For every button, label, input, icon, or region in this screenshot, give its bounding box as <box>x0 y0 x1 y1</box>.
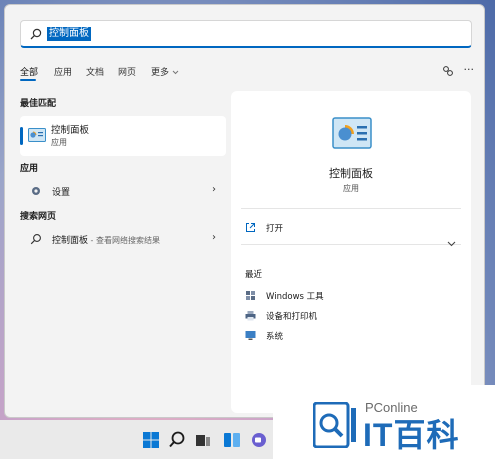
best-match-type: 应用 <box>51 138 67 147</box>
web-result-text: 控制面板 - 查看网络搜索结果 <box>52 233 160 246</box>
recent-item-label: 系统 <box>266 332 284 342</box>
windows-start-icon[interactable] <box>141 430 161 450</box>
control-panel-icon <box>28 128 46 142</box>
printer-icon <box>245 311 256 321</box>
chevron-right-icon[interactable]: › <box>212 184 216 195</box>
divider <box>241 244 461 245</box>
system-icon <box>245 331 256 340</box>
list-item-label: 设置 <box>52 188 71 198</box>
expand-chevron-icon[interactable] <box>447 241 456 247</box>
search-input-value[interactable]: 控制面板 <box>47 27 91 41</box>
filter-tabs: 全部 应用 文档 网页 更多 ··· <box>20 63 480 83</box>
recent-item-devices-printers[interactable]: 设备和打印机 <box>245 308 445 324</box>
search-icon <box>30 28 42 40</box>
web-result-suffix: - 查看网络搜索结果 <box>88 236 160 245</box>
pconline-watermark: PConline IT百科 <box>273 385 495 459</box>
tab-more[interactable]: 更多 <box>151 65 179 78</box>
detail-pane: 控制面板 应用 打开 最近 Windows 工具 设备和打印机 系统 <box>231 91 471 413</box>
control-panel-large-icon <box>332 117 372 149</box>
search-box[interactable]: 控制面板 <box>20 20 472 48</box>
detail-subtitle: 应用 <box>343 184 359 193</box>
divider <box>241 208 461 209</box>
task-view-icon[interactable] <box>193 430 213 450</box>
chat-icon[interactable] <box>249 430 269 450</box>
more-options-button[interactable]: ··· <box>464 63 475 76</box>
open-external-icon <box>246 223 255 232</box>
tab-all[interactable]: 全部 <box>20 65 38 78</box>
chevron-right-icon[interactable]: › <box>212 232 216 243</box>
chevron-down-icon <box>172 70 179 75</box>
share-icon[interactable] <box>442 65 454 77</box>
tools-icon <box>246 291 255 300</box>
list-item-web-result[interactable]: 控制面板 - 查看网络搜索结果 › <box>20 229 226 249</box>
recent-item-label: 设备和打印机 <box>266 312 318 322</box>
web-result-label: 控制面板 <box>52 236 89 246</box>
best-match-heading: 最佳匹配 <box>20 99 57 109</box>
recent-heading: 最近 <box>245 270 263 280</box>
open-action[interactable]: 打开 <box>245 220 445 236</box>
active-tab-indicator <box>20 79 36 81</box>
recent-item-system[interactable]: 系统 <box>245 328 445 344</box>
web-search-heading: 搜索网页 <box>20 212 57 222</box>
watermark-big-text: IT百科 <box>363 417 460 453</box>
list-item-settings[interactable]: 设置 › <box>20 181 226 201</box>
start-search-panel: 控制面板 全部 应用 文档 网页 更多 ··· 最佳匹配 控制面板 应用 应用 <box>4 4 485 418</box>
recent-item-windows-tools[interactable]: Windows 工具 <box>245 288 445 304</box>
open-label: 打开 <box>266 224 284 234</box>
taskbar-search-icon[interactable] <box>167 430 187 450</box>
best-match-item[interactable]: 控制面板 应用 <box>20 116 226 156</box>
tab-web[interactable]: 网页 <box>118 65 136 78</box>
detail-title: 控制面板 <box>329 167 373 180</box>
watermark-small-text: PConline <box>365 400 418 415</box>
tab-more-label: 更多 <box>151 68 170 78</box>
selection-indicator <box>20 127 23 145</box>
tab-documents[interactable]: 文档 <box>86 65 104 78</box>
widgets-icon[interactable] <box>222 430 242 450</box>
apps-heading: 应用 <box>20 164 39 174</box>
pconline-logo-icon <box>313 402 356 448</box>
tab-apps[interactable]: 应用 <box>54 65 72 78</box>
best-match-name: 控制面板 <box>51 125 90 136</box>
gear-icon <box>32 187 40 195</box>
search-icon <box>30 234 41 245</box>
recent-item-label: Windows 工具 <box>266 292 324 302</box>
